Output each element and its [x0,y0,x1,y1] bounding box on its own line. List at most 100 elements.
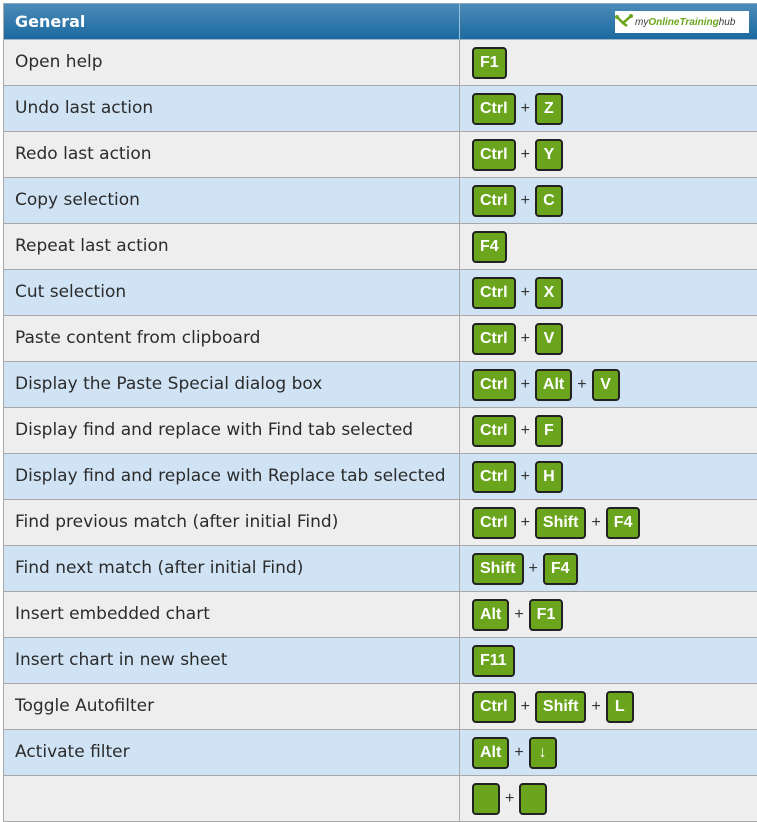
shortcut-description: Insert chart in new sheet [4,638,460,683]
key-cap: H [534,460,563,493]
plus-separator: + [591,697,601,715]
shortcut-keys: Ctrl + H [460,454,757,499]
shortcut-keys: Alt + F1 [460,592,757,637]
table-row: Display find and replace with Replace ta… [4,454,757,500]
shortcut-description: Redo last action [4,132,460,177]
shortcut-description: Insert embedded chart [4,592,460,637]
key-cap: L [605,690,634,723]
table-row: Display find and replace with Find tab s… [4,408,757,454]
shortcut-keys: Ctrl + Y [460,132,757,177]
key-cap: Shift [472,552,524,585]
key-cap: Ctrl [472,460,516,493]
table-row: Paste content from clipboard Ctrl + V [4,316,757,362]
shortcut-keys: Ctrl + Alt + V [460,362,757,407]
plus-separator: + [520,99,530,117]
key-cap: V [591,368,620,401]
key-cap: Alt [472,598,510,631]
table-row: Toggle Autofilter Ctrl + Shift + L [4,684,757,730]
plus-separator: + [514,743,524,761]
shortcut-keys: Ctrl + C [460,178,757,223]
shortcut-description: Find previous match (after initial Find) [4,500,460,545]
plus-separator: + [520,513,530,531]
shortcut-keys: Ctrl + Shift + F4 [460,500,757,545]
plus-separator: + [520,329,530,347]
key-cap: Ctrl [472,322,516,355]
table-row: Open help F1 [4,40,757,86]
key-cap: X [534,276,563,309]
key-cap: Alt [472,736,510,769]
shortcut-description: Display find and replace with Find tab s… [4,408,460,453]
key-cap: F [534,414,563,447]
shortcut-description: Undo last action [4,86,460,131]
shortcut-keys: Ctrl + Z [460,86,757,131]
shortcut-description: Repeat last action [4,224,460,269]
plus-separator: + [520,145,530,163]
brand-logo: my OnlineTraining hub [615,11,749,33]
plus-separator: + [514,605,524,623]
shortcut-description: Cut selection [4,270,460,315]
shortcut-description: Open help [4,40,460,85]
key-cap: C [534,184,563,217]
shortcut-keys: + [460,776,757,821]
plus-separator: + [577,375,587,393]
shortcut-keys: F4 [460,224,757,269]
plus-separator: + [520,375,530,393]
plus-separator: + [520,191,530,209]
table-body: Open help F1 Undo last action Ctrl + Z Redo la… [4,40,757,822]
key-cap: F11 [472,644,515,677]
plus-separator: + [528,559,538,577]
plus-separator: + [520,283,530,301]
table-row: + [4,776,757,822]
key-cap: F4 [542,552,578,585]
key-cap: Ctrl [472,138,516,171]
table-row: Redo last action Ctrl + Y [4,132,757,178]
plus-separator: + [520,697,530,715]
table-row: Insert chart in new sheet F11 [4,638,757,684]
table-row: Find next match (after initial Find) Shif… [4,546,757,592]
key-cap [519,782,548,815]
shortcut-keys: Ctrl + V [460,316,757,361]
shortcut-keys: Ctrl + F [460,408,757,453]
key-cap: Shift [534,506,587,539]
table-row: Activate filter Alt + ↓ [4,730,757,776]
shortcut-description: Find next match (after initial Find) [4,546,460,591]
table-row: Insert embedded chart Alt + F1 [4,592,757,638]
table-row: Repeat last action F4 [4,224,757,270]
shortcut-keys: Alt + ↓ [460,730,757,775]
key-cap: Ctrl [472,92,516,125]
table-row: Copy selection Ctrl + C [4,178,757,224]
table-row: Find previous match (after initial Find)… [4,500,757,546]
plus-separator: + [520,421,530,439]
key-cap: Shift [534,690,587,723]
key-cap: Ctrl [472,506,516,539]
shortcut-description: Display find and replace with Replace ta… [4,454,460,499]
shortcut-description [4,776,460,821]
key-cap: Alt [534,368,573,401]
table-header: General my OnlineTraining hub [4,3,757,40]
logo-network-icon [615,13,635,31]
key-cap: Ctrl [472,276,516,309]
key-cap: Ctrl [472,184,516,217]
shortcut-table: General my OnlineTraining hub Open help F1 U… [3,3,757,822]
key-cap: Ctrl [472,690,516,723]
key-cap: ↓ [528,736,557,769]
plus-separator: + [591,513,601,531]
table-row: Cut selection Ctrl + X [4,270,757,316]
key-cap: Ctrl [472,414,516,447]
shortcut-keys: F1 [460,40,757,85]
plus-separator: + [505,789,515,807]
key-cap: F4 [472,230,507,263]
shortcut-keys: Shift + F4 [460,546,757,591]
key-cap: Z [534,92,563,125]
shortcut-description: Paste content from clipboard [4,316,460,361]
key-cap: F1 [472,46,507,79]
plus-separator: + [520,467,530,485]
section-title: General [4,4,460,39]
shortcut-description: Copy selection [4,178,460,223]
shortcut-keys: F11 [460,638,757,683]
shortcut-description: Toggle Autofilter [4,684,460,729]
table-row: Display the Paste Special dialog box Ctrl… [4,362,757,408]
shortcut-keys: Ctrl + Shift + L [460,684,757,729]
shortcut-description: Display the Paste Special dialog box [4,362,460,407]
key-cap: Y [534,138,563,171]
